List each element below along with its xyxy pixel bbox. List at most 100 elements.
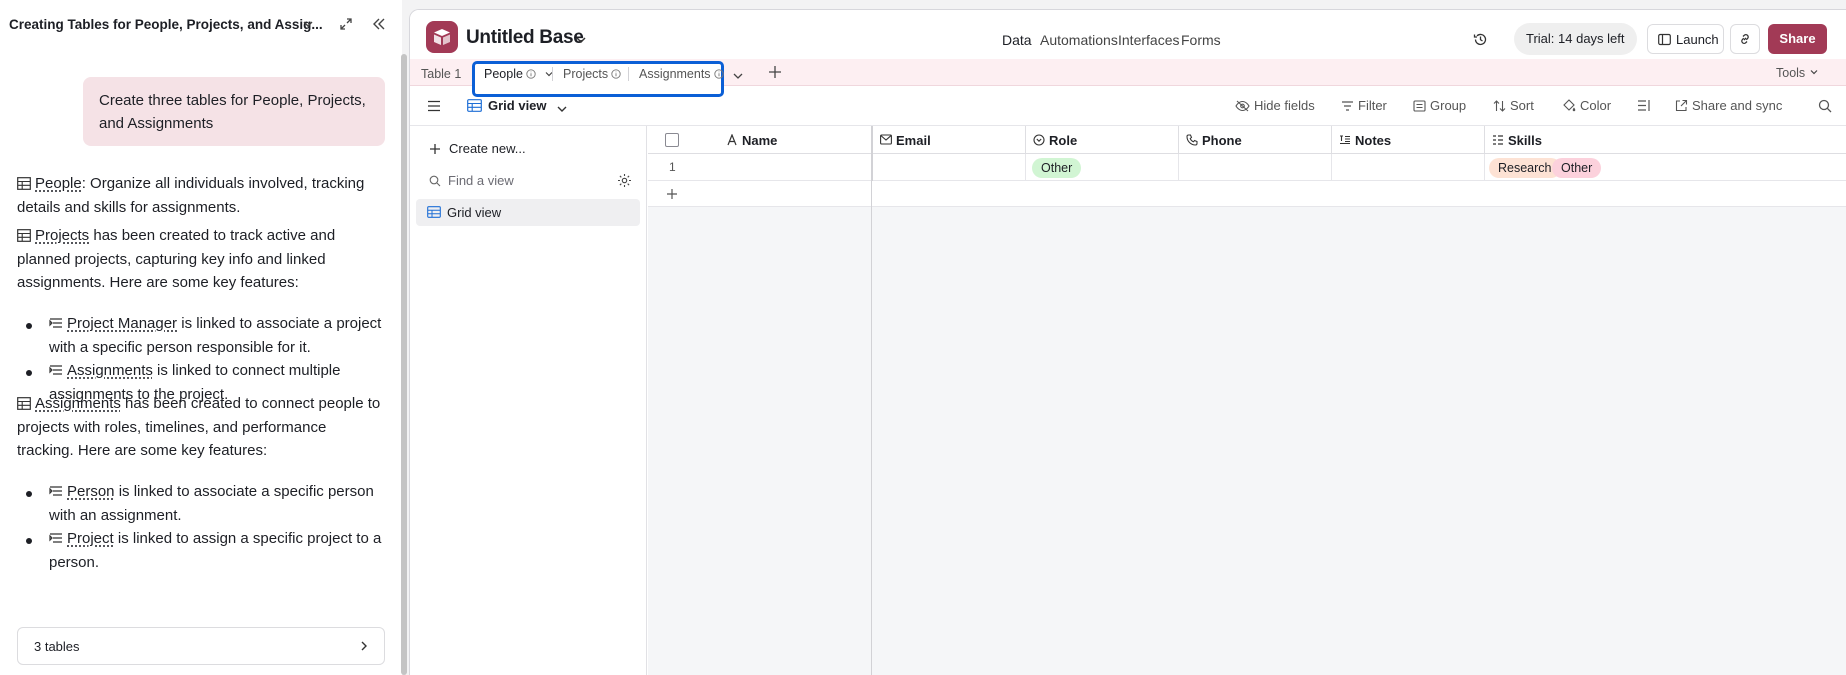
color-label: Color [1580, 98, 1612, 113]
add-row-button[interactable] [648, 181, 1846, 207]
collapse-panel-icon[interactable] [371, 16, 387, 32]
info-icon [713, 69, 724, 79]
paint-bucket-icon [1563, 99, 1576, 112]
feature-project: Project is linked to assign a specific p… [49, 527, 384, 574]
plus-icon [430, 144, 440, 154]
column-email-label: Email [896, 133, 931, 148]
linked-record-icon [49, 533, 62, 543]
find-view-input[interactable]: Find a view [429, 172, 639, 192]
create-new-view-button[interactable]: Create new... [429, 141, 526, 156]
role-pill: Other [1032, 158, 1082, 178]
tab-table-1[interactable]: Table 1 [421, 67, 461, 81]
color-button[interactable]: Color [1562, 98, 1611, 113]
expand-icon[interactable] [339, 17, 353, 31]
user-message: Create three tables for People, Projects… [83, 77, 385, 146]
cell-skills[interactable]: Research Other [1485, 154, 1846, 181]
tab-assignments[interactable]: Assignments [639, 67, 724, 81]
nav-automations[interactable]: Automations [1040, 32, 1118, 48]
gear-icon[interactable] [617, 173, 632, 188]
share-and-sync-label: Share and sync [1692, 98, 1783, 113]
base-app: Untitled Base Data Automations Interface… [409, 9, 1846, 675]
group-button[interactable]: Group [1413, 98, 1466, 113]
row-number: 1 [669, 160, 676, 174]
chevron-right-icon [361, 641, 367, 651]
chevron-down-icon[interactable] [556, 103, 568, 115]
projects-table-link[interactable]: Projects [35, 227, 89, 244]
copy-link-button[interactable] [1730, 24, 1760, 54]
table-row[interactable]: 1 Other Research Other [648, 154, 1846, 181]
bullet [26, 370, 32, 376]
column-header-name[interactable]: Name [648, 126, 872, 154]
base-logo-icon[interactable] [426, 21, 458, 53]
mail-icon [880, 134, 892, 145]
sort-button[interactable]: Sort [1493, 98, 1534, 113]
tab-people[interactable]: People [484, 67, 554, 81]
menu-icon[interactable] [427, 100, 441, 112]
bullet [26, 538, 32, 544]
cell-notes[interactable] [1332, 154, 1485, 181]
feature-project-manager: Project Manager is linked to associate a… [49, 312, 384, 359]
sidebar-view-grid[interactable]: Grid view [416, 199, 640, 226]
chevron-down-icon[interactable] [732, 70, 744, 82]
tables-summary-button[interactable]: 3 tables [17, 627, 385, 665]
project-field-link[interactable]: Project [67, 530, 114, 547]
row-height-icon[interactable] [1637, 99, 1651, 112]
table-tabs-bar: Table 1 People Projects Assignments Tool… [410, 59, 1846, 97]
nav-interfaces[interactable]: Interfaces [1118, 32, 1179, 48]
column-header-notes[interactable]: Notes [1332, 126, 1485, 154]
launch-button[interactable]: Launch [1647, 24, 1724, 54]
project-manager-field-link[interactable]: Project Manager [67, 315, 177, 332]
hide-fields-button[interactable]: Hide fields [1235, 98, 1315, 113]
chevron-down-icon [1810, 70, 1818, 75]
cell-phone[interactable] [1179, 154, 1332, 181]
linked-record-icon [49, 365, 62, 375]
column-header-role[interactable]: Role [1026, 126, 1179, 154]
filter-button[interactable]: Filter [1341, 98, 1387, 113]
history-icon[interactable] [1473, 32, 1488, 47]
people-table-link[interactable]: People [35, 175, 82, 192]
eye-off-icon [1235, 100, 1250, 112]
column-phone-label: Phone [1202, 133, 1242, 148]
group-label: Group [1430, 98, 1467, 113]
tools-menu[interactable]: Tools [1776, 66, 1819, 80]
linked-record-icon [49, 486, 62, 496]
tab-people-label: People [484, 67, 523, 81]
share-out-icon [1675, 99, 1688, 112]
chat-scrollbar[interactable] [401, 54, 407, 675]
sort-label: Sort [1510, 98, 1534, 113]
column-header-skills[interactable]: Skills [1485, 126, 1846, 154]
person-field-link[interactable]: Person [67, 483, 115, 500]
column-header-email[interactable]: Email [872, 126, 1026, 154]
info-icon [611, 69, 621, 79]
chevron-down-icon[interactable] [575, 34, 587, 46]
table-icon [17, 397, 31, 410]
search-icon[interactable] [1818, 99, 1832, 113]
column-header-phone[interactable]: Phone [1179, 126, 1332, 154]
add-table-icon[interactable] [768, 65, 782, 79]
chevron-down-icon[interactable] [302, 18, 314, 30]
grid-header: Name Email Role Phone Notes Skills [648, 126, 1846, 154]
cell-role[interactable]: Other [1026, 154, 1179, 181]
base-name[interactable]: Untitled Base [466, 27, 584, 49]
assignments-field-link[interactable]: Assignments [67, 362, 153, 379]
share-button[interactable]: Share [1768, 24, 1827, 54]
cell-email[interactable] [872, 154, 1026, 181]
launch-label: Launch [1676, 32, 1719, 47]
frozen-column-divider [871, 126, 872, 675]
share-and-sync-button[interactable]: Share and sync [1675, 98, 1782, 113]
chat-messages[interactable]: Create three tables for People, Projects… [0, 50, 398, 675]
cell-name[interactable]: 1 [648, 154, 872, 181]
assignments-response: Assignments has been created to connect … [17, 392, 387, 463]
search-icon [429, 175, 441, 187]
trial-badge[interactable]: Trial: 14 days left [1514, 23, 1637, 55]
assignments-table-link[interactable]: Assignments [35, 395, 121, 412]
filter-icon [1342, 101, 1353, 111]
nav-data[interactable]: Data [1002, 32, 1032, 48]
nav-forms[interactable]: Forms [1181, 32, 1221, 48]
tab-projects[interactable]: Projects [563, 67, 621, 81]
multi-select-icon [1493, 135, 1503, 145]
select-all-checkbox[interactable] [665, 133, 679, 147]
view-switcher[interactable]: Grid view [488, 98, 547, 113]
bullet [26, 323, 32, 329]
chat-title[interactable]: Creating Tables for People, Projects, an… [9, 17, 323, 32]
